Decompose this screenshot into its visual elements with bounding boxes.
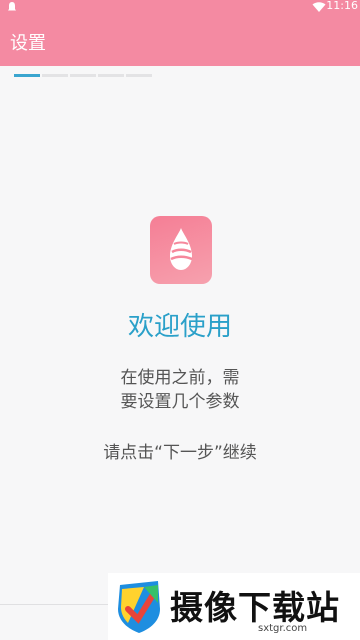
progress-step-4 xyxy=(98,74,124,77)
shield-logo-icon xyxy=(118,581,160,633)
app-bar: 设置 xyxy=(0,14,360,66)
status-time: 11:16 xyxy=(326,0,358,12)
status-bar: 11:16 xyxy=(0,0,360,14)
watermark-title: 摄像下载站 xyxy=(170,588,340,627)
welcome-description: 在使用之前，需 要设置几个参数 xyxy=(0,366,360,414)
welcome-title: 欢迎使用 xyxy=(127,312,232,342)
page-title: 设置 xyxy=(10,33,46,54)
progress-step-5 xyxy=(126,74,152,77)
watermark-banner: 摄像下载站 sxtgr.com xyxy=(108,573,360,640)
progress-step-2 xyxy=(42,74,68,77)
progress-step-1 xyxy=(14,74,40,77)
wifi-icon xyxy=(312,2,326,12)
notification-icon xyxy=(8,2,16,11)
description-line-2: 要设置几个参数 xyxy=(120,392,240,412)
progress-step-3 xyxy=(70,74,96,77)
step-progress xyxy=(14,74,152,78)
droplet-app-icon xyxy=(150,216,212,284)
description-line-1: 在使用之前，需 xyxy=(120,368,240,388)
next-step-hint: 请点击“下一步”继续 xyxy=(103,443,257,463)
watermark-url: sxtgr.com xyxy=(258,623,308,634)
